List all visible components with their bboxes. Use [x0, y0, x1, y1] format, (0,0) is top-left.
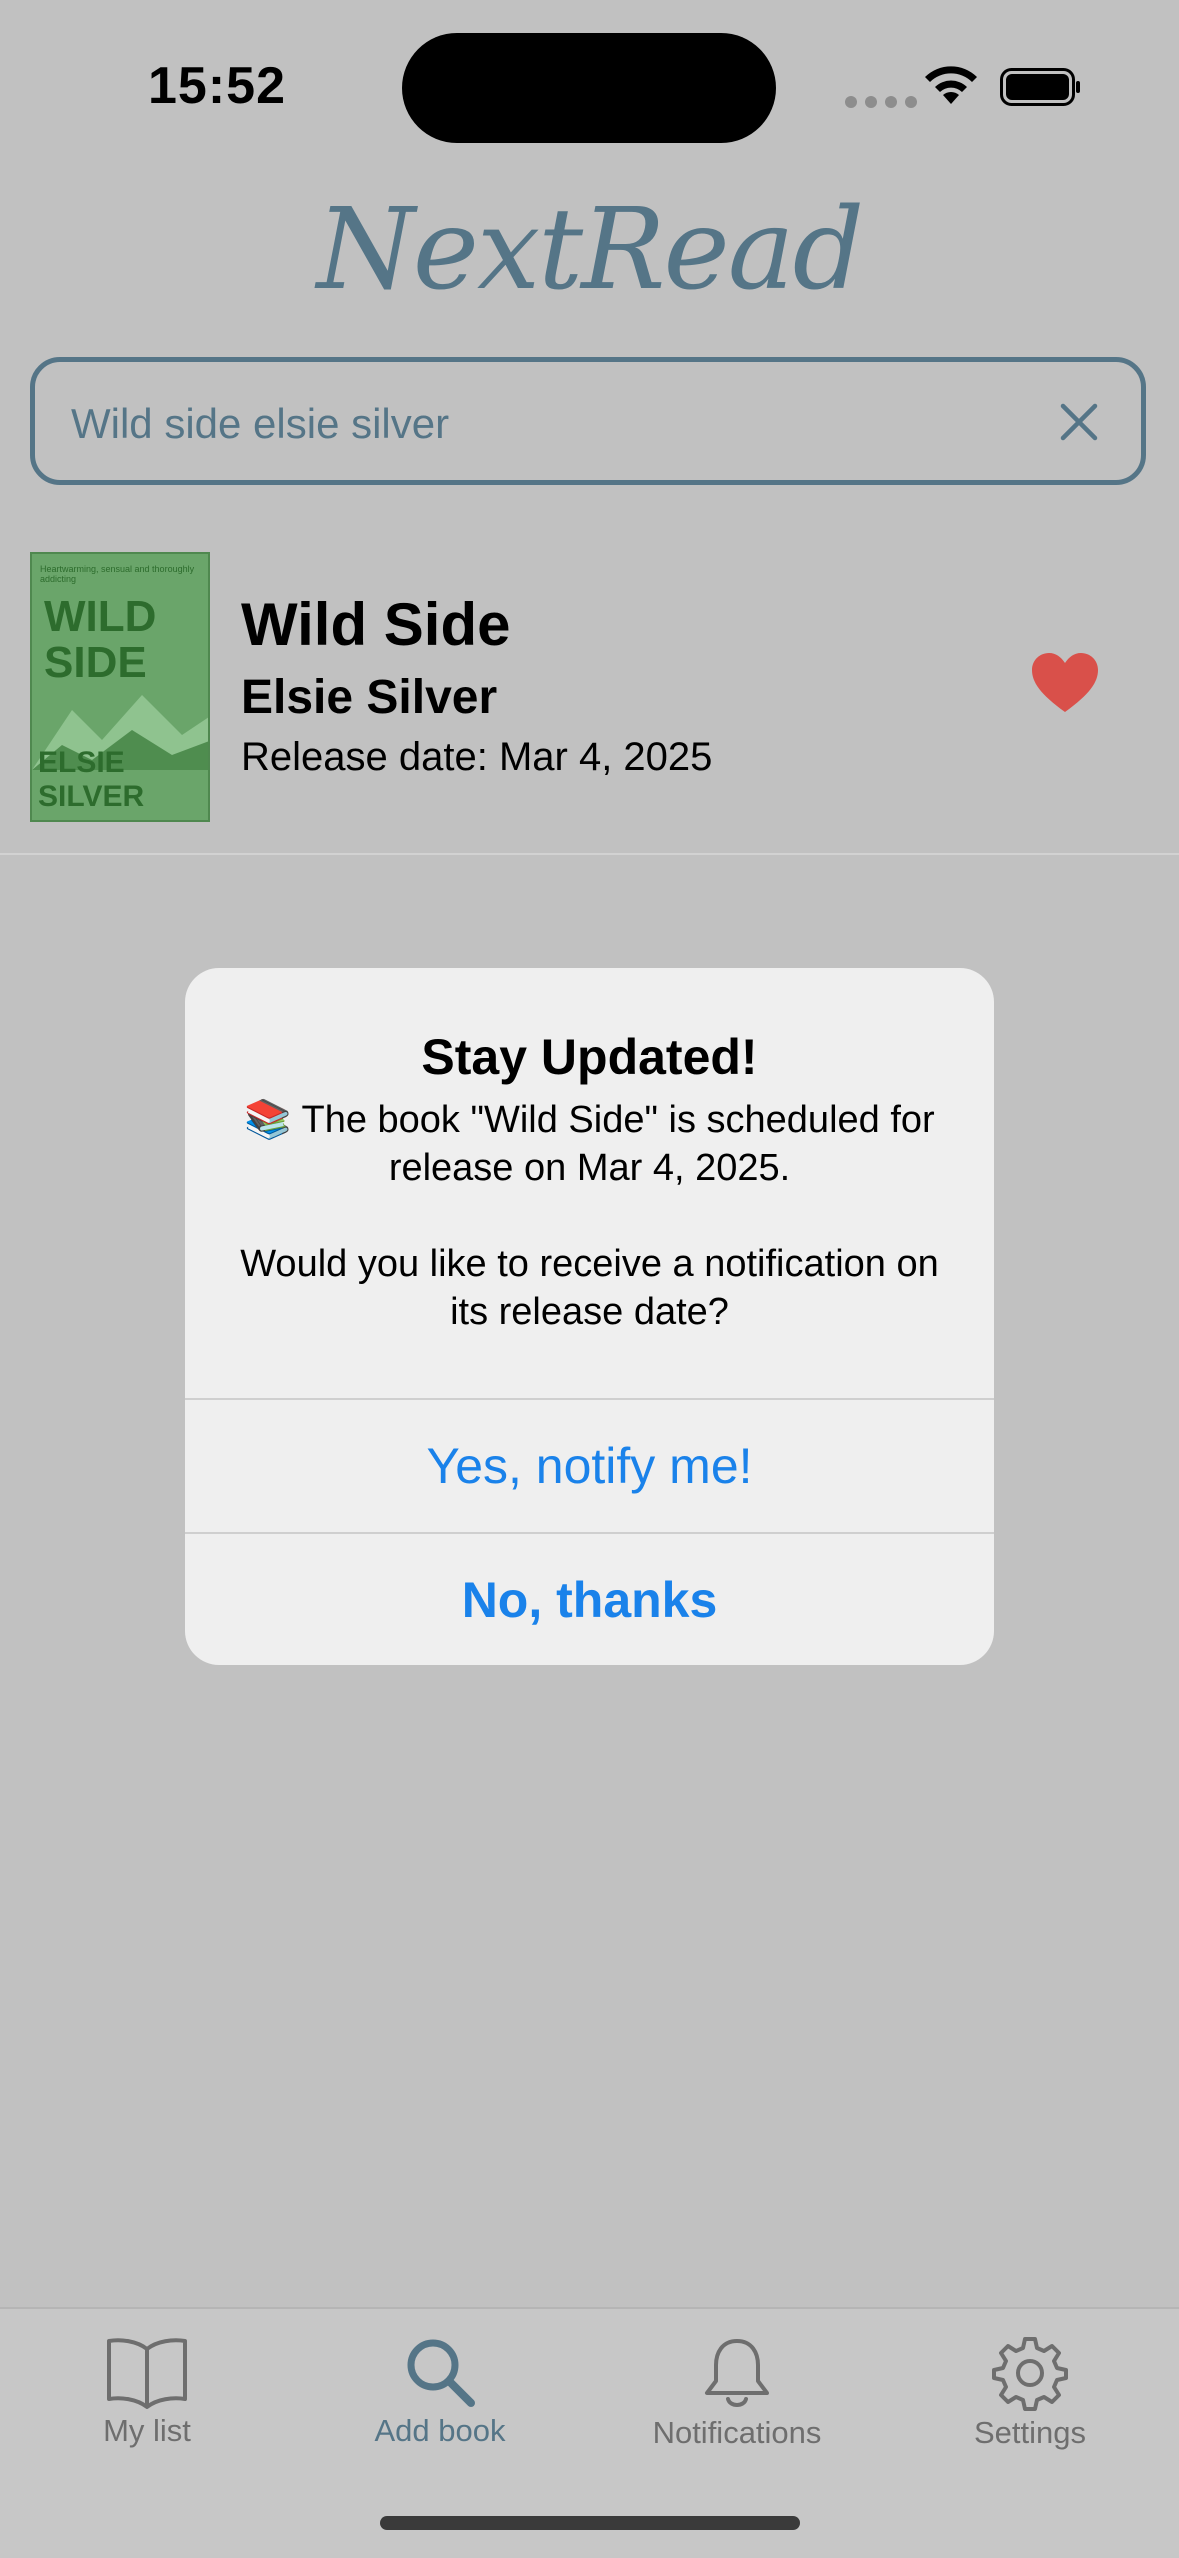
book-author: Elsie Silver	[241, 671, 498, 724]
dialog-message: 📚 The book "Wild Side" is scheduled for …	[225, 1096, 954, 1336]
cover-author: ELSIE SILVER	[38, 746, 145, 813]
tab-notifications[interactable]: Notifications	[607, 2335, 867, 2451]
wifi-icon	[921, 62, 981, 111]
search-field[interactable]: Wild side elsie silver	[30, 357, 1146, 485]
alert-dialog: Stay Updated! 📚 The book "Wild Side" is …	[185, 968, 994, 1665]
no-thanks-button[interactable]: No, thanks	[185, 1534, 994, 1665]
cover-title: WILD SIDE	[44, 594, 156, 686]
dynamic-island	[402, 33, 776, 143]
book-title: Wild Side	[241, 591, 511, 658]
bell-icon	[705, 2339, 769, 2407]
dialog-message-line2: Would you like to receive a notification…	[240, 1243, 939, 1333]
dialog-message-line1: 📚 The book "Wild Side" is scheduled for …	[244, 1099, 935, 1189]
tab-add-book[interactable]: Add book	[310, 2335, 570, 2449]
tab-label: Settings	[973, 2415, 1086, 2450]
home-indicator[interactable]	[380, 2516, 800, 2530]
heart-icon	[1032, 653, 1098, 712]
tab-label: My list	[103, 2413, 191, 2448]
book-icon	[107, 2338, 187, 2409]
search-icon	[407, 2339, 475, 2407]
cover-title-line2: SIDE	[44, 638, 147, 687]
search-input[interactable]: Wild side elsie silver	[71, 400, 449, 448]
row-divider	[0, 853, 1179, 855]
dialog-title: Stay Updated!	[421, 1029, 758, 1085]
cover-blurb: Heartwarming, sensual and thoroughly add…	[40, 564, 195, 584]
battery-icon	[1000, 68, 1082, 111]
cellular-signal-icon	[845, 96, 917, 108]
book-cover[interactable]: Heartwarming, sensual and thoroughly add…	[30, 552, 210, 822]
tab-label: Add book	[374, 2413, 506, 2448]
clear-search-button[interactable]	[1057, 400, 1101, 449]
tab-settings[interactable]: Settings	[900, 2335, 1160, 2451]
release-date: Release date: Mar 4, 2025	[241, 735, 713, 779]
notify-me-button[interactable]: Yes, notify me!	[185, 1400, 994, 1532]
close-icon	[1060, 403, 1098, 441]
tab-label: Notifications	[652, 2415, 822, 2450]
app-logo: NextRead	[316, 185, 865, 315]
cover-title-line1: WILD	[44, 592, 157, 641]
gear-icon	[992, 2337, 1068, 2411]
tab-my-list[interactable]: My list	[17, 2335, 277, 2449]
favorite-button[interactable]	[1030, 652, 1100, 719]
status-time: 15:52	[148, 57, 286, 115]
